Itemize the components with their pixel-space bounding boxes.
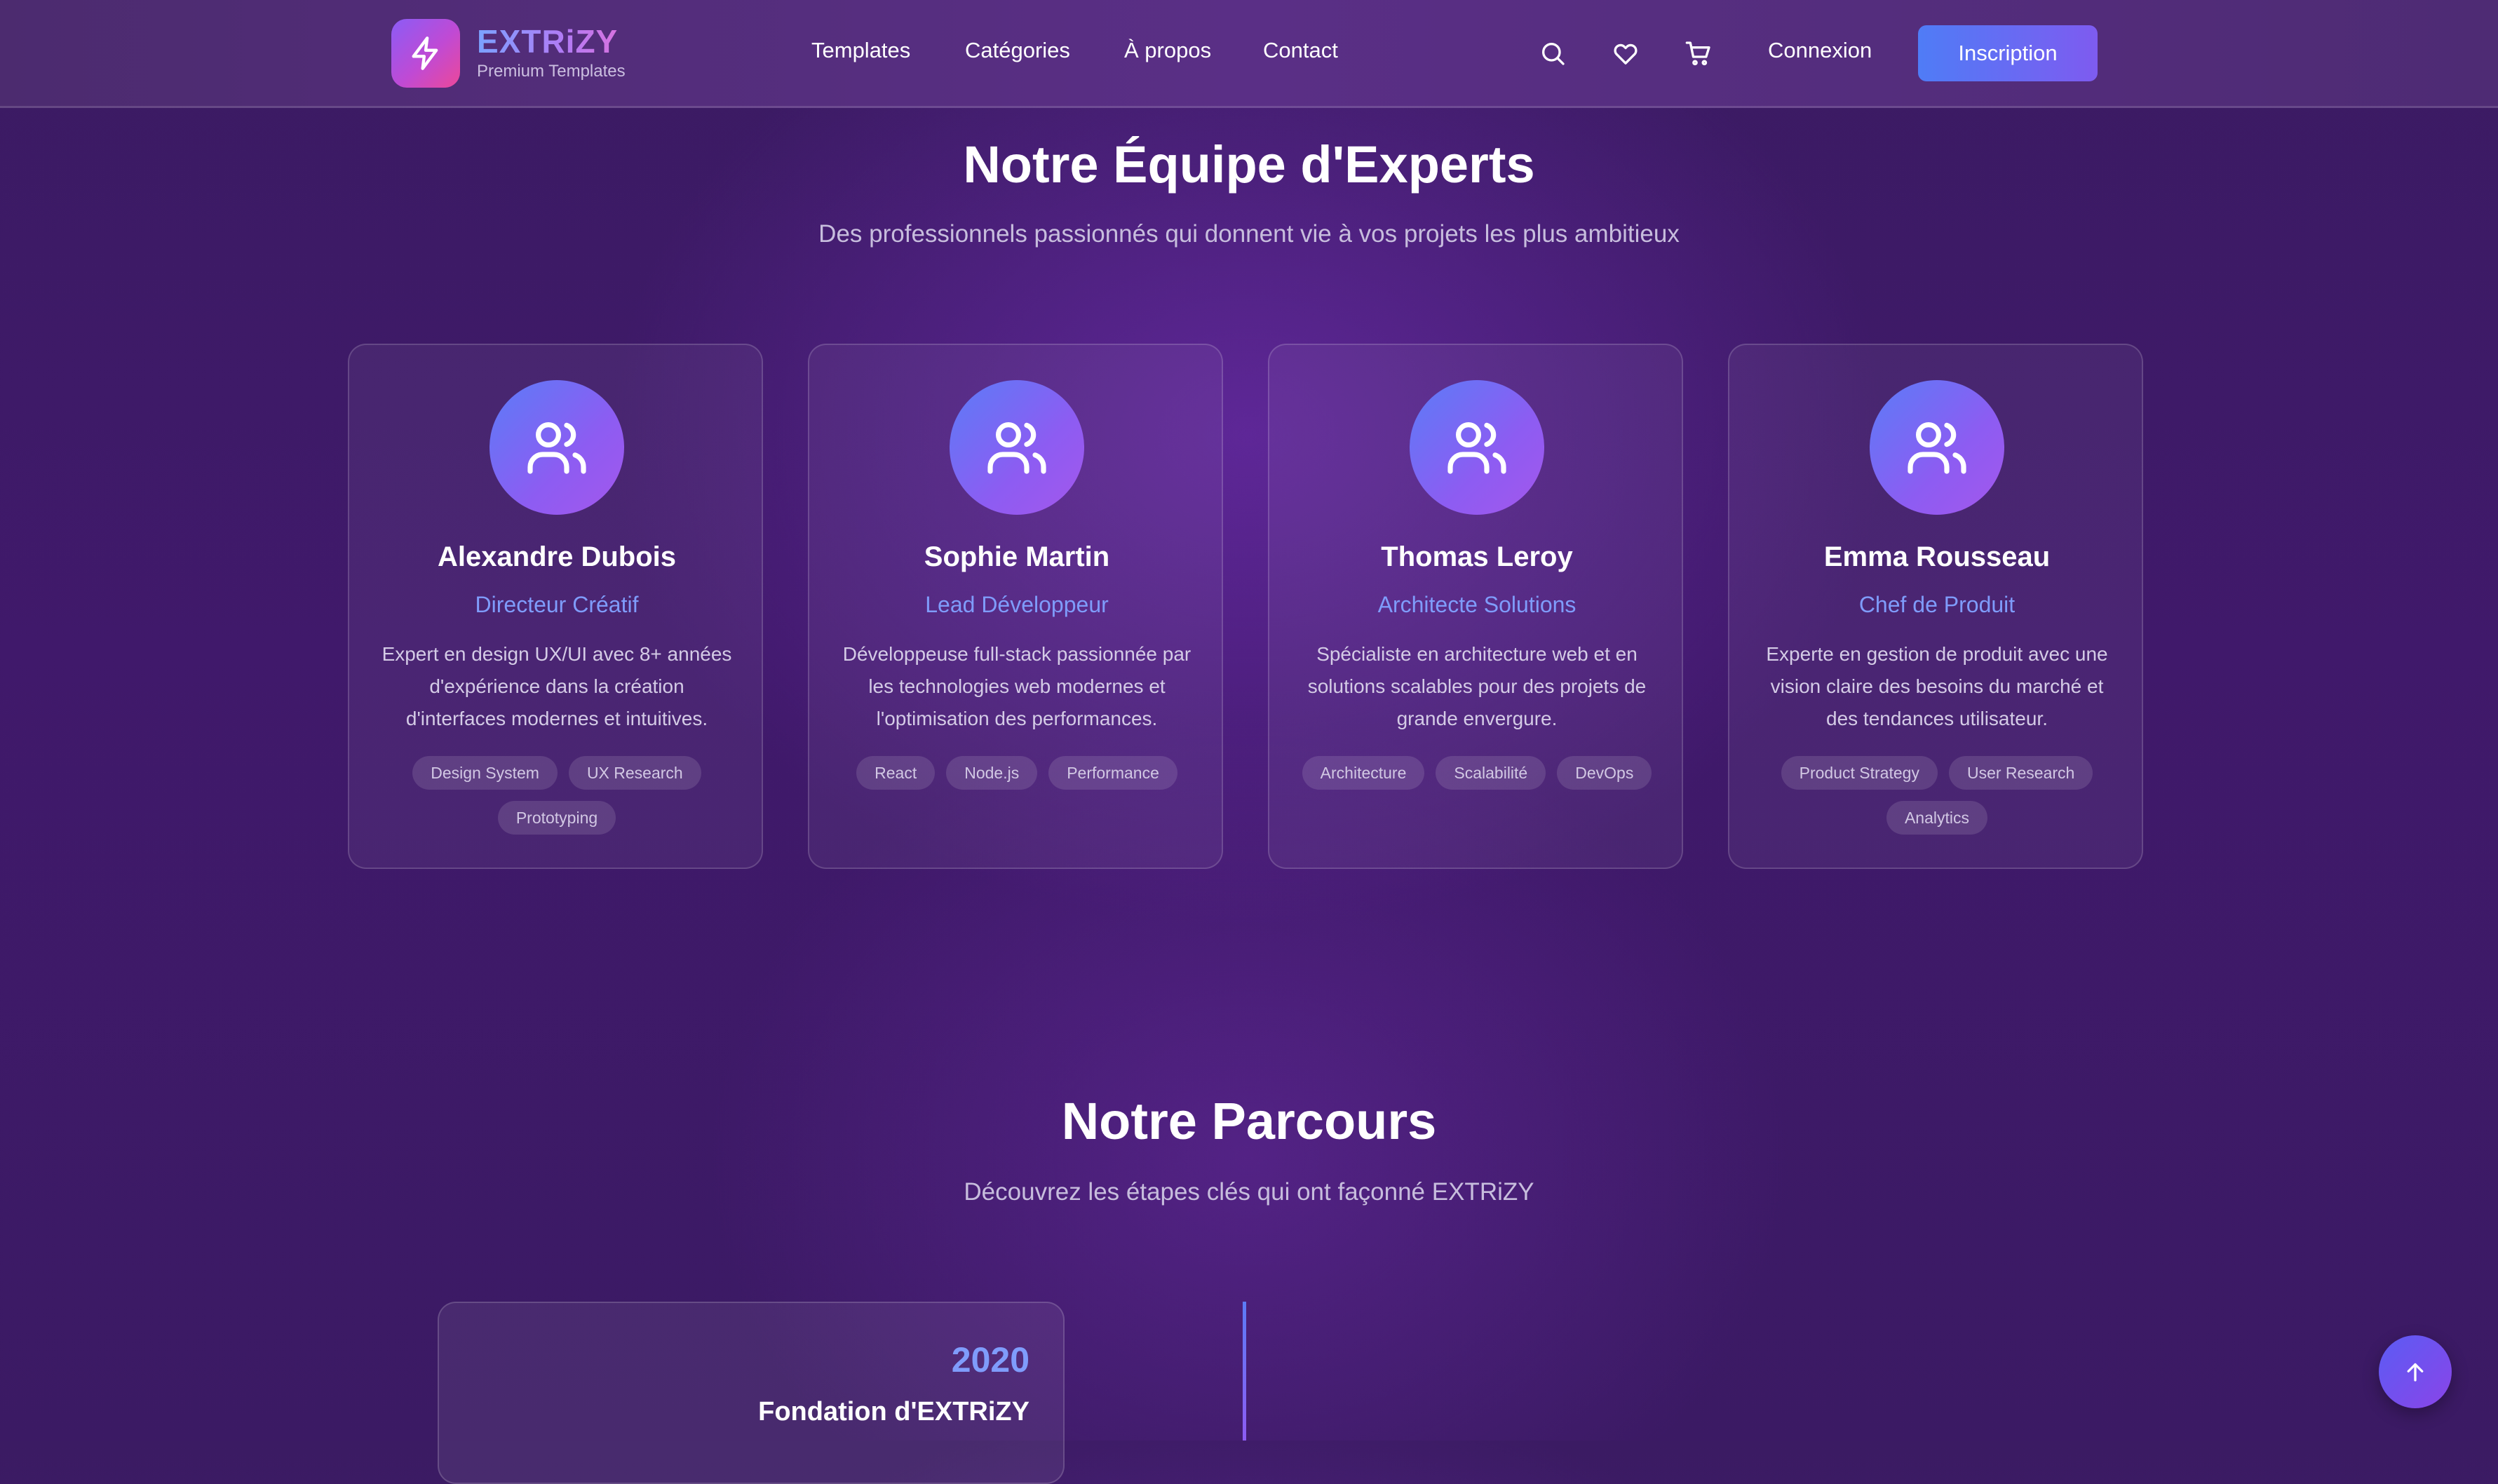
skill-tag: Prototyping — [497, 801, 616, 835]
skill-tag: User Research — [1948, 756, 2093, 790]
wishlist-button[interactable] — [1610, 38, 1641, 69]
timeline-line — [1243, 1302, 1246, 1441]
journey-section-title: Notre Parcours — [1061, 1092, 1437, 1150]
member-bio: Experte en gestion de produit avec une v… — [1766, 643, 2108, 729]
nav-link-templates[interactable]: Templates — [811, 39, 910, 61]
brand-tagline: Premium Templates — [477, 62, 626, 81]
skill-tag: DevOps — [1557, 756, 1652, 790]
skill-tag: Analytics — [1886, 801, 1988, 835]
skill-tags: Architecture Scalabilité DevOps — [1297, 756, 1656, 790]
nav-link-categories[interactable]: Catégories — [965, 39, 1070, 61]
member-name: Thomas Leroy — [1381, 541, 1573, 572]
users-icon — [1908, 422, 1966, 474]
journey-section-subtitle: Découvrez les étapes clés qui ont façonn… — [964, 1178, 1534, 1206]
team-section-title: Notre Équipe d'Experts — [963, 135, 1535, 194]
login-link[interactable]: Connexion — [1768, 39, 1872, 61]
skill-tags: Design System UX Research Prototyping — [377, 756, 736, 835]
top-navbar: EXTRiZY Premium Templates Templates Caté… — [0, 0, 2498, 108]
skill-tag: Product Strategy — [1781, 756, 1938, 790]
member-role: Architecte Solutions — [1377, 592, 1577, 617]
member-role: Lead Développeur — [925, 592, 1109, 617]
timeline-milestone-card: 2020 Fondation d'EXTRiZY — [438, 1302, 1065, 1484]
heart-icon — [1614, 43, 1638, 65]
users-icon — [1447, 422, 1506, 474]
member-name: Alexandre Dubois — [437, 541, 677, 572]
skill-tag: Node.js — [946, 756, 1038, 790]
search-button[interactable] — [1537, 38, 1568, 69]
nav-link-contact[interactable]: Contact — [1263, 39, 1338, 61]
member-role: Chef de Produit — [1858, 592, 2016, 617]
team-member-card: Thomas Leroy Architecte Solutions Spécia… — [1268, 344, 1683, 869]
scroll-to-top-button[interactable] — [2379, 1335, 2452, 1408]
users-icon — [987, 422, 1046, 474]
member-role: Directeur Créatif — [475, 592, 639, 617]
team-member-card: Emma Rousseau Chef de Produit Experte en… — [1728, 344, 2143, 869]
brand-name[interactable]: EXTRiZY — [477, 25, 618, 58]
member-name: Emma Rousseau — [1823, 541, 2051, 572]
skill-tags: Product Strategy User Research Analytics — [1757, 756, 2116, 835]
skill-tag: UX Research — [568, 756, 701, 790]
cart-button[interactable] — [1683, 38, 1714, 69]
skill-tag: React — [856, 756, 936, 790]
signup-button[interactable]: Inscription — [1918, 25, 2098, 81]
avatar — [950, 380, 1084, 515]
skill-tags: React Node.js Performance — [837, 756, 1196, 790]
milestone-title: Fondation d'EXTRiZY — [758, 1397, 1029, 1426]
skill-tag: Performance — [1048, 756, 1177, 790]
nav-link-about[interactable]: À propos — [1124, 39, 1211, 61]
skill-tag: Scalabilité — [1436, 756, 1546, 790]
arrow-up-icon — [2407, 1363, 2424, 1382]
avatar — [1870, 380, 2004, 515]
users-icon — [527, 422, 586, 474]
member-bio: Expert en design UX/UI avec 8+ années d'… — [382, 643, 732, 729]
skill-tag: Architecture — [1302, 756, 1425, 790]
member-bio: Développeuse full-stack passionnée par l… — [842, 643, 1191, 729]
avatar — [490, 380, 624, 515]
avatar — [1410, 380, 1544, 515]
skill-tag: Design System — [412, 756, 558, 790]
search-icon — [1542, 43, 1565, 65]
team-member-card: Alexandre Dubois Directeur Créatif Exper… — [348, 344, 763, 869]
lightning-bolt-icon — [412, 36, 438, 70]
cart-icon — [1685, 41, 1710, 66]
member-bio: Spécialiste en architecture web et en so… — [1307, 643, 1647, 729]
team-section-subtitle: Des professionnels passionnés qui donnen… — [818, 220, 1680, 248]
milestone-year: 2020 — [951, 1340, 1029, 1380]
team-member-card: Sophie Martin Lead Développeur Développe… — [808, 344, 1223, 869]
member-name: Sophie Martin — [924, 541, 1110, 572]
brand-logo[interactable] — [391, 19, 460, 88]
